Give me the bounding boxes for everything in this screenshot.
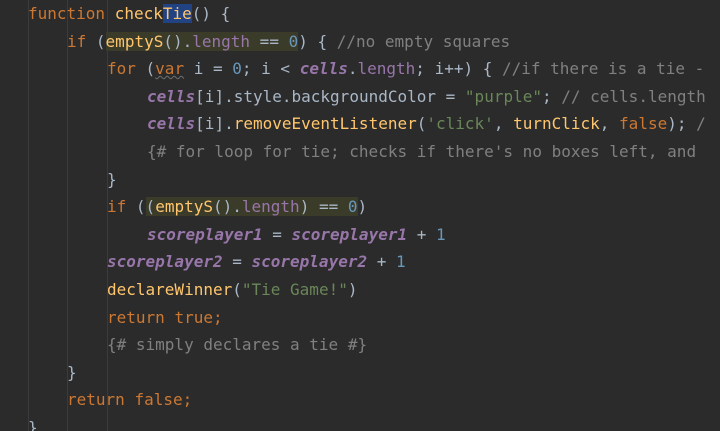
code-token: turnClick xyxy=(513,114,600,134)
code-token: ) == xyxy=(299,197,348,217)
code-token: declareWinner xyxy=(107,280,233,299)
code-token: ) xyxy=(347,280,358,299)
code-token: backgroundColor xyxy=(291,86,437,106)
code-token: ( xyxy=(232,280,242,299)
code-line[interactable]: return false; xyxy=(67,386,192,414)
code-token: () { xyxy=(191,4,231,23)
code-line[interactable]: declareWinner("Tie Game!") xyxy=(107,276,357,304)
code-token: ) { xyxy=(298,31,337,51)
code-token: {# for loop for tie; checks if there's n… xyxy=(147,142,697,161)
code-token: if xyxy=(67,31,96,51)
code-token: ( xyxy=(95,31,106,51)
code-token: // cells.length xyxy=(561,86,706,106)
code-token: //if there is a tie - xyxy=(502,59,705,79)
code-token: . xyxy=(281,86,292,106)
code-line[interactable]: } xyxy=(67,359,77,387)
code-token: scoreplayer2 xyxy=(107,252,223,272)
code-token: = xyxy=(436,86,465,106)
code-line[interactable]: for (var i = 0; i < cells.length; i++) {… xyxy=(107,55,704,83)
code-token: scoreplayer2 xyxy=(251,252,368,272)
code-token: cells xyxy=(299,59,348,79)
code-token: length xyxy=(241,197,300,217)
code-token: + xyxy=(407,224,436,244)
code-token: scoreplayer1 xyxy=(147,224,263,244)
code-editor[interactable]: function checkTie() { if (emptyS().lengt… xyxy=(0,0,720,431)
code-token: emptyS xyxy=(155,197,213,217)
code-line[interactable]: {# simply declares a tie #} xyxy=(107,331,367,359)
code-token: ; i++) { xyxy=(415,59,502,79)
code-token: 0 xyxy=(347,197,358,217)
code-token: ( xyxy=(145,59,156,79)
code-token: scoreplayer1 xyxy=(291,224,408,244)
code-token: ; xyxy=(212,307,223,327)
code-token: 1 xyxy=(396,252,406,272)
code-token: style xyxy=(233,86,282,106)
code-token: = xyxy=(222,252,252,272)
code-token: ); xyxy=(667,114,697,134)
code-line[interactable]: function checkTie() { xyxy=(28,0,230,28)
code-token: false xyxy=(619,114,668,134)
code-token: Tie xyxy=(162,4,192,23)
code-line[interactable]: cells[i].style.backgroundColor = "purple… xyxy=(147,83,706,111)
code-token: = xyxy=(262,224,292,244)
code-token: for xyxy=(107,59,146,79)
code-token: false xyxy=(134,390,183,410)
code-token: [i]. xyxy=(195,114,234,134)
code-token: , xyxy=(599,114,620,134)
code-token: 'click' xyxy=(426,114,494,134)
code-token: [i]. xyxy=(195,86,234,106)
code-token: ; xyxy=(541,86,562,106)
code-token: "purple" xyxy=(464,86,542,106)
code-token: ( xyxy=(145,197,156,217)
code-token: / xyxy=(696,114,706,134)
code-token: length xyxy=(192,31,251,51)
code-token: true xyxy=(174,307,213,327)
indent-guide xyxy=(28,0,29,431)
code-line[interactable]: if ((emptyS().length) == 0) xyxy=(107,193,367,221)
code-token: ) xyxy=(357,197,368,217)
code-token: "Tie Game!" xyxy=(241,280,348,299)
code-line[interactable]: scoreplayer2 = scoreplayer2 + 1 xyxy=(107,248,406,276)
code-token: ( xyxy=(135,197,146,217)
code-token: 0 xyxy=(288,31,299,51)
code-token: cells xyxy=(147,86,196,106)
code-token: if xyxy=(107,197,136,217)
code-token: ; xyxy=(182,390,193,410)
code-token: (). xyxy=(163,31,193,51)
code-token: {# simply declares a tie #} xyxy=(107,335,368,355)
code-token: cells xyxy=(147,114,196,134)
code-line[interactable]: return true; xyxy=(107,304,223,332)
code-token: return xyxy=(107,307,175,327)
code-token: } xyxy=(67,362,77,382)
code-token: ; i < xyxy=(241,59,300,79)
code-token: length xyxy=(357,59,416,79)
code-token: . xyxy=(347,59,358,79)
code-token: function xyxy=(28,4,115,23)
code-token: } xyxy=(28,418,38,431)
code-line[interactable]: } xyxy=(107,166,117,194)
code-token: var xyxy=(155,59,185,79)
code-token: emptyS xyxy=(105,31,164,51)
code-token: return xyxy=(67,390,135,410)
code-token: removeEventListener xyxy=(233,114,417,134)
code-line[interactable]: scoreplayer1 = scoreplayer1 + 1 xyxy=(147,221,446,249)
code-token: } xyxy=(107,169,117,189)
code-token: 1 xyxy=(436,224,446,244)
code-token: 0 xyxy=(232,59,242,79)
code-line[interactable]: } xyxy=(28,414,38,431)
code-token: + xyxy=(367,252,396,272)
code-token: (). xyxy=(212,197,242,217)
code-token: == xyxy=(250,31,289,51)
code-line[interactable]: cells[i].removeEventListener('click', tu… xyxy=(147,110,706,138)
code-line[interactable]: {# for loop for tie; checks if there's n… xyxy=(147,138,696,166)
code-token: check xyxy=(114,4,163,23)
code-line[interactable]: if (emptyS().length == 0) { //no empty s… xyxy=(67,28,510,56)
code-token: //no empty squares xyxy=(336,31,511,51)
code-token: i = xyxy=(184,59,233,79)
code-token: ( xyxy=(416,114,427,134)
code-token: , xyxy=(493,114,514,134)
